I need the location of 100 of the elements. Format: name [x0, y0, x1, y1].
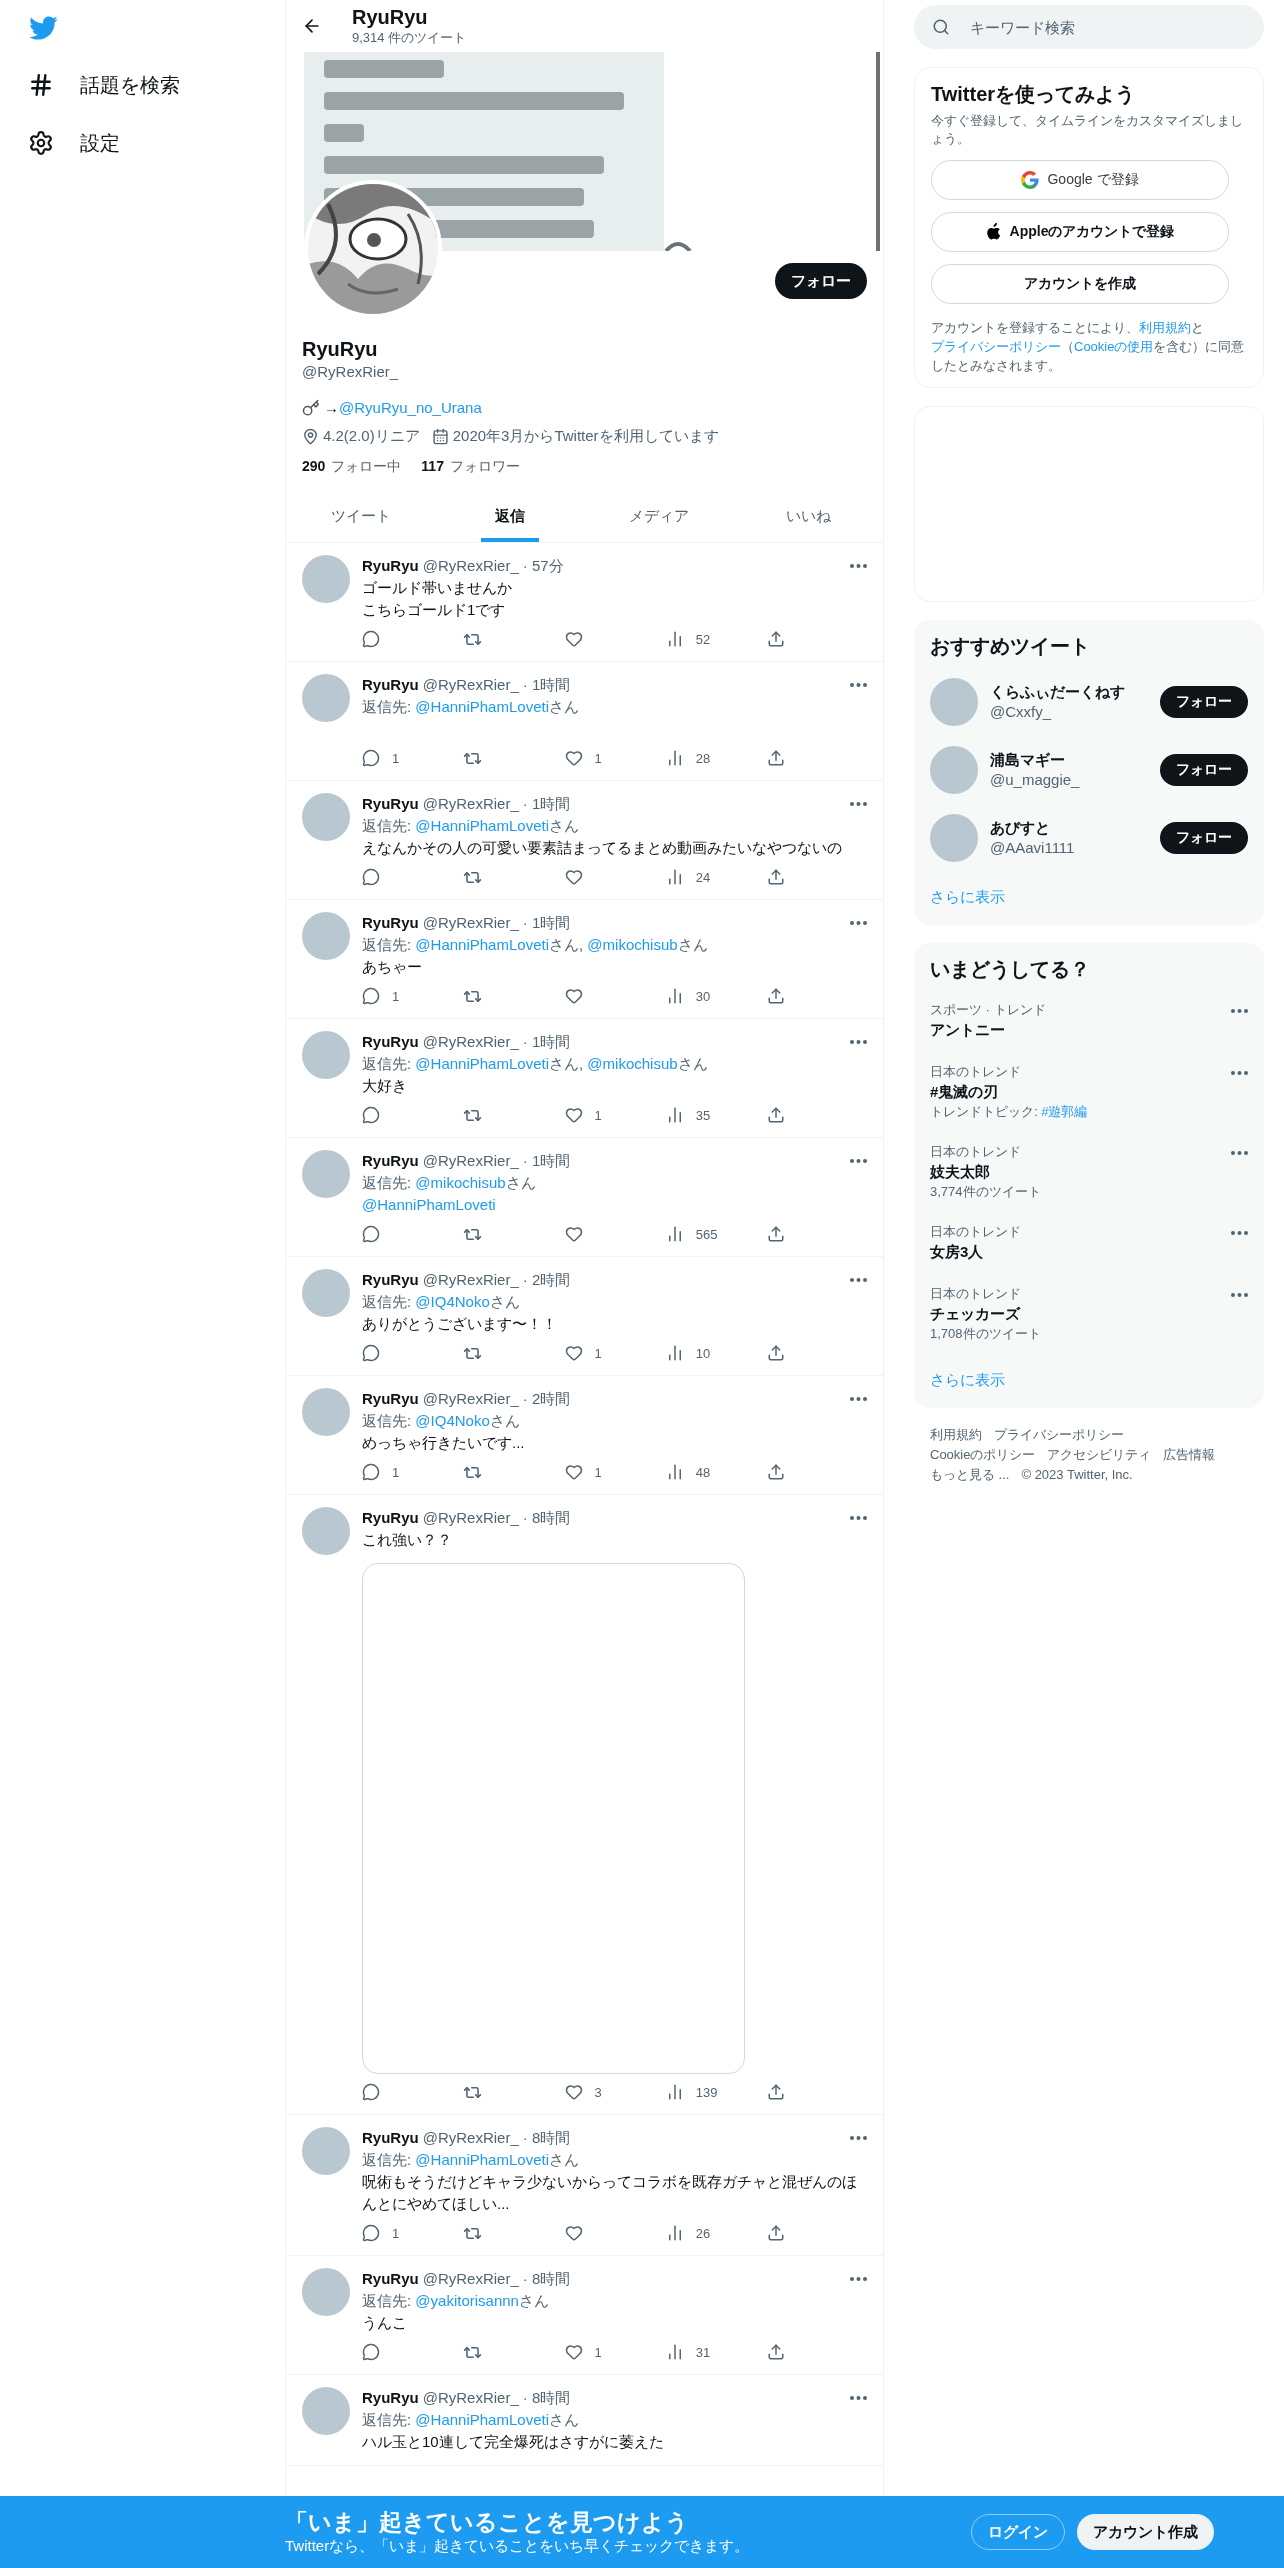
- like-button[interactable]: 3: [564, 2082, 625, 2102]
- author-handle[interactable]: @RyRexRier_: [422, 1150, 519, 1172]
- author-handle[interactable]: @RyRexRier_: [422, 1031, 519, 1053]
- footer-link[interactable]: アクセシビリティ: [1047, 1446, 1152, 1464]
- tweet-time[interactable]: · 1時間: [522, 674, 571, 696]
- follow-button[interactable]: フォロー: [1160, 686, 1248, 718]
- author-handle[interactable]: @RyRexRier_: [422, 555, 519, 577]
- author-handle[interactable]: @RyRexRier_: [422, 2387, 519, 2409]
- share-button[interactable]: [767, 748, 787, 768]
- tweet-time[interactable]: · 8時間: [522, 1507, 571, 1529]
- share-button[interactable]: [767, 867, 787, 887]
- tweet-time[interactable]: · 8時間: [522, 2127, 571, 2149]
- share-button[interactable]: [767, 1343, 787, 1363]
- like-button[interactable]: 1: [564, 1105, 625, 1125]
- share-button[interactable]: [767, 1462, 787, 1482]
- share-button[interactable]: [767, 2223, 787, 2243]
- more-button[interactable]: [850, 2396, 867, 2400]
- trend-title[interactable]: #鬼滅の刃: [930, 1081, 1231, 1103]
- author-handle[interactable]: @RyRexRier_: [422, 912, 519, 934]
- views-button[interactable]: 52: [665, 629, 726, 649]
- views-button[interactable]: 565: [665, 1224, 726, 1244]
- tweet-time[interactable]: · 2時間: [522, 1269, 571, 1291]
- views-button[interactable]: 28: [665, 748, 726, 768]
- more-button[interactable]: [850, 1516, 867, 1520]
- more-button[interactable]: [1231, 1293, 1248, 1297]
- like-button[interactable]: 1: [564, 1462, 625, 1482]
- author-name[interactable]: RyuRyu: [362, 555, 419, 577]
- author-handle[interactable]: @RyRexRier_: [422, 793, 519, 815]
- author-name[interactable]: RyuRyu: [362, 674, 419, 696]
- nav-item[interactable]: 話題を検索: [28, 56, 285, 114]
- more-button[interactable]: [850, 802, 867, 806]
- search-field[interactable]: キーワード検索: [914, 5, 1264, 49]
- signup-button[interactable]: Google で登録: [931, 160, 1229, 200]
- more-button[interactable]: [1231, 1009, 1248, 1013]
- more-button[interactable]: [850, 1040, 867, 1044]
- follow-button[interactable]: フォロー: [775, 263, 867, 299]
- author-name[interactable]: RyuRyu: [362, 2387, 419, 2409]
- tweet-time[interactable]: · 2時間: [522, 1388, 571, 1410]
- tweet-time[interactable]: · 1時間: [522, 1031, 571, 1053]
- author-handle[interactable]: @RyRexRier_: [422, 1388, 519, 1410]
- more-button[interactable]: [850, 2136, 867, 2140]
- trend-title[interactable]: アントニー: [930, 1019, 1231, 1041]
- more-button[interactable]: [850, 1159, 867, 1163]
- share-button[interactable]: [767, 1105, 787, 1125]
- author-handle[interactable]: @RyRexRier_: [422, 2127, 519, 2149]
- tweet-time[interactable]: · 8時間: [522, 2387, 571, 2409]
- views-button[interactable]: 26: [665, 2223, 726, 2243]
- reply-button[interactable]: 1: [362, 748, 422, 768]
- views-button[interactable]: 30: [665, 986, 726, 1006]
- more-button[interactable]: [850, 564, 867, 568]
- author-name[interactable]: RyuRyu: [362, 2268, 419, 2290]
- author-handle[interactable]: @RyRexRier_: [422, 1269, 519, 1291]
- views-button[interactable]: 31: [665, 2342, 726, 2362]
- author-handle[interactable]: @RyRexRier_: [422, 674, 519, 696]
- more-button[interactable]: [850, 1278, 867, 1282]
- author-name[interactable]: RyuRyu: [362, 1507, 419, 1529]
- trend-title[interactable]: チェッカーズ: [930, 1303, 1231, 1325]
- nav-item[interactable]: 設定: [28, 114, 285, 172]
- trend-title[interactable]: 女房3人: [930, 1241, 1231, 1263]
- following-link[interactable]: 290 フォロー中: [302, 458, 402, 476]
- tweet-time[interactable]: · 57分: [522, 555, 564, 577]
- views-button[interactable]: 24: [665, 867, 726, 887]
- share-button[interactable]: [767, 2082, 787, 2102]
- share-button[interactable]: [767, 629, 787, 649]
- author-handle[interactable]: @RyRexRier_: [422, 1507, 519, 1529]
- profile-tab[interactable]: メディア: [615, 490, 704, 542]
- tweet-time[interactable]: · 1時間: [522, 1150, 571, 1172]
- author-name[interactable]: RyuRyu: [362, 1150, 419, 1172]
- author-name[interactable]: RyuRyu: [362, 2127, 419, 2149]
- tweet-time[interactable]: · 1時間: [522, 793, 571, 815]
- user-handle[interactable]: @AAavi1111: [990, 838, 1148, 858]
- profile-tab[interactable]: 返信: [480, 490, 539, 542]
- like-button[interactable]: 1: [564, 748, 625, 768]
- author-handle[interactable]: @RyRexRier_: [422, 2268, 519, 2290]
- followers-link[interactable]: 117 フォロワー: [421, 458, 520, 476]
- trend-title[interactable]: 妓夫太郎: [930, 1161, 1231, 1183]
- like-button[interactable]: 1: [564, 1343, 625, 1363]
- views-button[interactable]: 139: [665, 2082, 726, 2102]
- share-button[interactable]: [767, 2342, 787, 2362]
- tweet-time[interactable]: · 8時間: [522, 2268, 571, 2290]
- views-button[interactable]: 48: [665, 1462, 726, 1482]
- author-name[interactable]: RyuRyu: [362, 912, 419, 934]
- profile-tab[interactable]: いいね: [771, 490, 845, 542]
- user-name[interactable]: 浦島マギー: [990, 750, 1148, 770]
- more-button[interactable]: [1231, 1071, 1248, 1075]
- user-name[interactable]: あびすと: [990, 818, 1148, 838]
- follow-button[interactable]: フォロー: [1160, 754, 1248, 786]
- footer-link[interactable]: プライバシーポリシー: [994, 1426, 1124, 1444]
- author-name[interactable]: RyuRyu: [362, 793, 419, 815]
- views-button[interactable]: 10: [665, 1343, 726, 1363]
- user-handle[interactable]: @Cxxfy_: [990, 702, 1148, 722]
- author-name[interactable]: RyuRyu: [362, 1031, 419, 1053]
- profile-tab[interactable]: ツイート: [316, 490, 405, 542]
- footer-link[interactable]: 利用規約: [930, 1426, 982, 1444]
- signup-button[interactable]: アカウントを作成: [931, 264, 1229, 304]
- footer-link[interactable]: 広告情報: [1163, 1446, 1216, 1464]
- more-button[interactable]: [1231, 1151, 1248, 1155]
- reply-button[interactable]: 1: [362, 2223, 422, 2243]
- views-button[interactable]: 35: [665, 1105, 726, 1125]
- author-name[interactable]: RyuRyu: [362, 1388, 419, 1410]
